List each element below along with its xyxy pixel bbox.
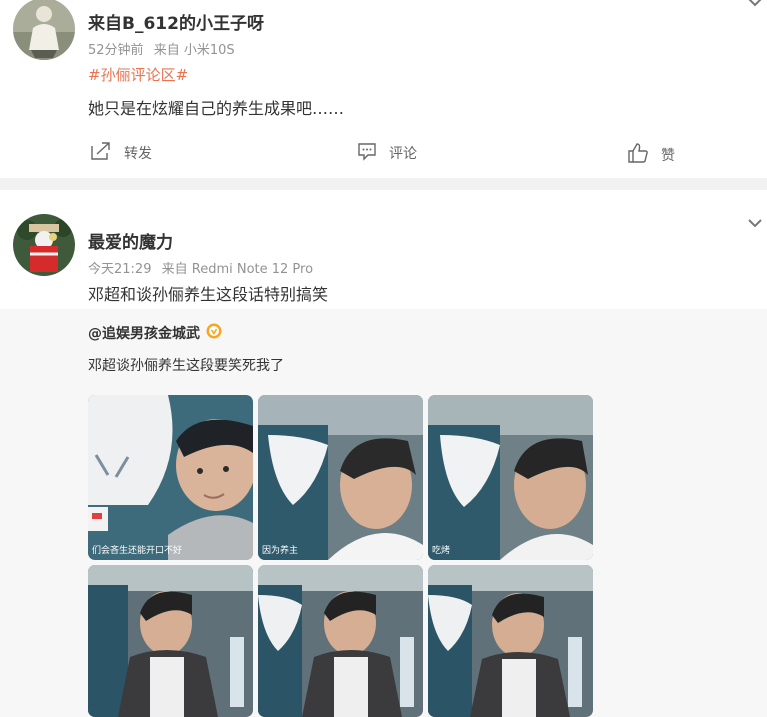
image-thumbnail[interactable] [428,565,593,717]
image-thumbnail[interactable]: 们会吝生还能开口不好 [88,395,253,560]
chevron-down-icon[interactable] [747,215,763,234]
repost-button[interactable]: 转发 [90,141,152,165]
post-source: 来自 Redmi Note 12 Pro [161,262,314,277]
topic-link[interactable]: #孙俪评论区# [88,64,188,85]
comment-icon [357,141,377,165]
post-time[interactable]: 今天21:29 [88,262,151,277]
like-label: 赞 [661,148,675,164]
repost-author[interactable]: @追娱男孩金城武 [88,323,222,343]
chevron-down-icon[interactable] [747,0,763,13]
like-icon [627,142,649,168]
image-caption: 们会吝生还能开口不好 [92,546,183,556]
post-time[interactable]: 52分钟前 [88,43,144,58]
post-card: 最爱的魔力 今天21:29 来自 Redmi Note 12 Pro 邓超和谈孙… [0,190,767,717]
image-caption: 因为养主 [262,546,299,556]
repost-text: 邓超谈孙俪养生这段要笑死我了 [88,358,284,374]
repost-icon [90,141,112,165]
verified-badge-icon [206,323,222,343]
image-thumbnail[interactable] [88,565,253,717]
username[interactable]: 最爱的魔力 [88,228,173,253]
image-thumbnail[interactable]: 吃烤 [428,395,593,560]
post-meta: 今天21:29 来自 Redmi Note 12 Pro [88,258,313,277]
username[interactable]: 来自B_612的小王子呀 [88,9,264,34]
post-text: 邓超和谈孙俪养生这段话特别搞笑 [88,285,329,304]
image-thumbnail[interactable]: 因为养主 [258,395,423,560]
repost-username[interactable]: @追娱男孩金城武 [88,323,200,343]
comment-label: 评论 [389,146,417,162]
like-button[interactable]: 赞 [627,142,675,168]
image-thumbnail[interactable] [258,565,423,717]
post-text: 她只是在炫耀自己的养生成果吧…… [88,99,345,118]
post-meta: 52分钟前 来自 小米10S [88,39,235,58]
post-source: 来自 小米10S [153,43,235,58]
avatar[interactable] [13,0,75,60]
comment-button[interactable]: 评论 [357,141,417,165]
avatar[interactable] [13,214,75,276]
repost-label: 转发 [124,146,152,162]
reposted-content[interactable]: @追娱男孩金城武 邓超谈孙俪养生这段要笑死我了 们会吝生还能开口不好 因为养主 … [0,309,767,717]
feed-divider [0,178,767,190]
post-card: 来自B_612的小王子呀 52分钟前 来自 小米10S #孙俪评论区# 她只是在… [0,0,767,178]
image-caption: 吃烤 [432,546,451,556]
